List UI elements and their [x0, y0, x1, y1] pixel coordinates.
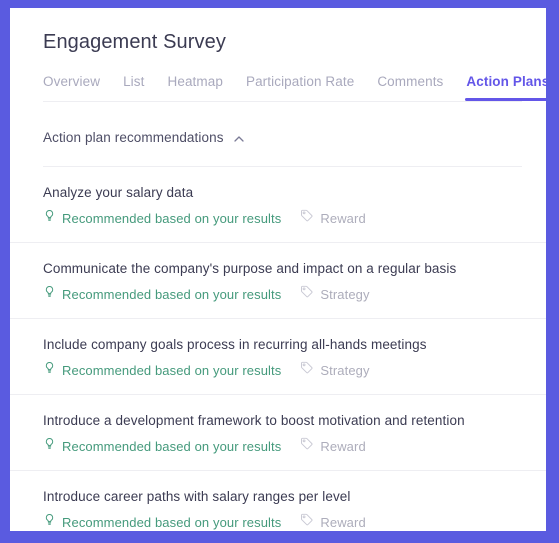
recommended-badge: Recommended based on your results	[43, 361, 281, 379]
recommended-label: Recommended based on your results	[62, 514, 282, 530]
recommendation-item[interactable]: Introduce career paths with salary range…	[10, 470, 546, 531]
chevron-up-icon[interactable]	[233, 132, 245, 144]
content-card: Engagement Survey Overview List Heatmap Par…	[10, 8, 546, 531]
recommendation-tag: Strategy	[300, 361, 369, 379]
tab-bar: Overview List Heatmap Participation Rate Com…	[10, 74, 546, 101]
recommendation-item[interactable]: Communicate the company's purpose and im…	[10, 242, 546, 318]
lightbulb-icon	[43, 209, 56, 227]
tag-icon	[300, 513, 314, 531]
recommendation-meta: Recommended based on your results Reward	[43, 513, 522, 531]
tag-icon	[300, 209, 314, 227]
recommendation-title: Communicate the company's purpose and im…	[43, 261, 457, 276]
recommendation-tag: Reward	[300, 209, 366, 227]
recommendation-item[interactable]: Analyze your salary data Recommended base…	[10, 167, 546, 242]
action-plan-recommendations-toggle[interactable]: Action plan recommendations	[10, 102, 245, 145]
tag-label: Reward	[320, 438, 366, 454]
recommendation-tag: Reward	[300, 513, 366, 531]
tag-label: Strategy	[320, 362, 370, 378]
app-frame: Engagement Survey Overview List Heatmap Par…	[0, 0, 559, 543]
recommendation-item[interactable]: Introduce a development framework to boo…	[10, 394, 546, 470]
recommended-badge: Recommended based on your results	[43, 209, 281, 227]
recommendation-title: Introduce career paths with salary range…	[43, 489, 351, 504]
page-title: Engagement Survey	[43, 31, 226, 53]
recommendation-meta: Recommended based on your results Reward	[43, 209, 522, 227]
recommendation-title: Include company goals process in recurri…	[43, 337, 427, 352]
lightbulb-icon	[43, 513, 56, 531]
lightbulb-icon	[43, 361, 56, 379]
recommendation-meta: Recommended based on your results Reward	[43, 437, 522, 455]
lightbulb-icon	[43, 437, 56, 455]
recommended-badge: Recommended based on your results	[43, 285, 281, 303]
tag-icon	[300, 361, 314, 379]
tag-label: Reward	[320, 210, 366, 226]
recommendation-tag: Reward	[300, 437, 366, 455]
recommended-label: Recommended based on your results	[62, 362, 282, 378]
tab-heatmap[interactable]: Heatmap	[167, 74, 222, 101]
recommendation-meta: Recommended based on your results Strateg…	[43, 285, 522, 303]
tag-label: Reward	[320, 514, 366, 530]
tab-action-plans[interactable]: Action Plans	[465, 74, 546, 101]
recommendation-item[interactable]: Include company goals process in recurri…	[10, 318, 546, 394]
tab-overview[interactable]: Overview	[43, 74, 100, 101]
tab-list[interactable]: List	[123, 74, 144, 101]
lightbulb-icon	[43, 285, 56, 303]
recommendation-tag: Strategy	[300, 285, 369, 303]
tab-comments[interactable]: Comments	[377, 74, 443, 101]
recommended-label: Recommended based on your results	[62, 286, 282, 302]
recommendation-meta: Recommended based on your results Strateg…	[43, 361, 522, 379]
tab-participation-rate[interactable]: Participation Rate	[246, 74, 354, 101]
recommended-label: Recommended based on your results	[62, 210, 282, 226]
recommendation-list: Analyze your salary data Recommended base…	[10, 167, 546, 531]
tag-icon	[300, 437, 314, 455]
tag-icon	[300, 285, 314, 303]
recommended-badge: Recommended based on your results	[43, 513, 281, 531]
recommended-badge: Recommended based on your results	[43, 437, 281, 455]
section-header-label: Action plan recommendations	[43, 130, 224, 145]
recommendation-title: Introduce a development framework to boo…	[43, 413, 465, 428]
recommended-label: Recommended based on your results	[62, 438, 282, 454]
tag-label: Strategy	[320, 286, 370, 302]
recommendation-title: Analyze your salary data	[43, 185, 194, 200]
